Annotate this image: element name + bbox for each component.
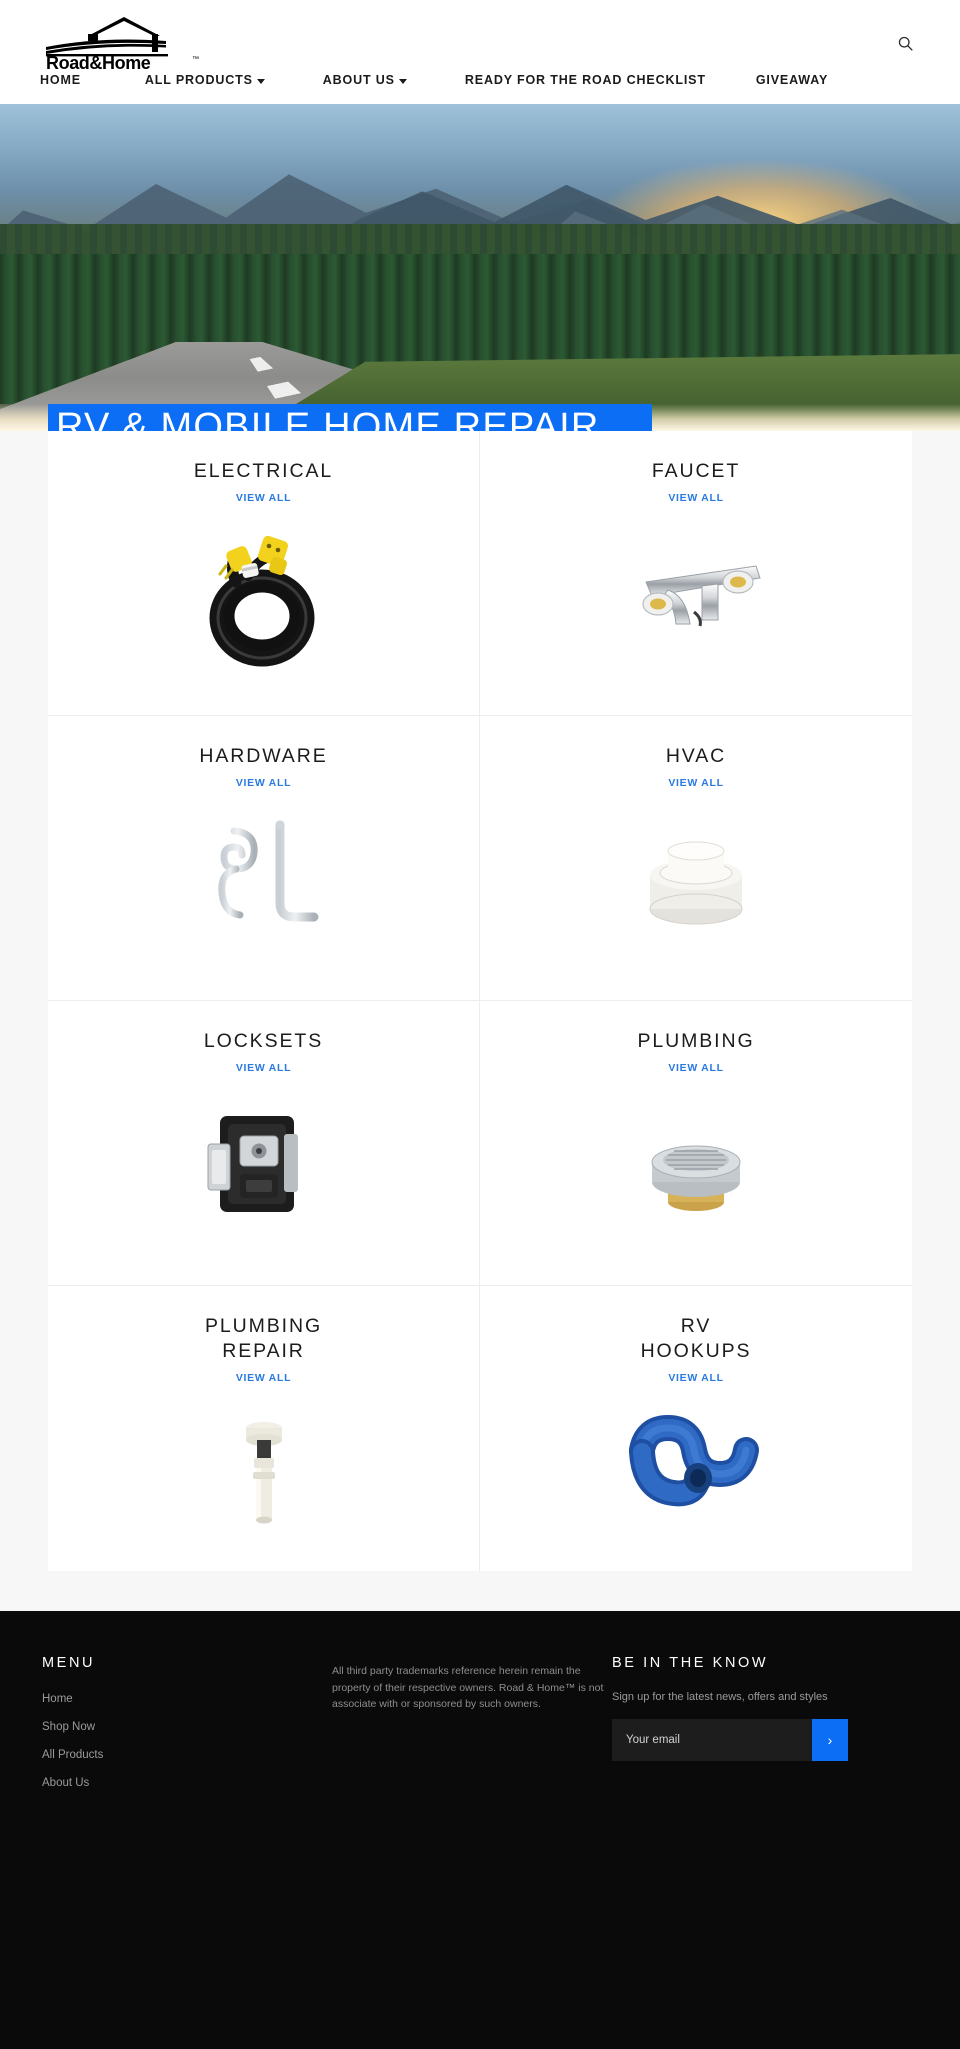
svg-text:™: ™ bbox=[192, 56, 199, 63]
footer-link-about-us[interactable]: About Us bbox=[42, 1773, 332, 1793]
email-field[interactable] bbox=[612, 1719, 812, 1761]
chevron-down-icon bbox=[398, 78, 407, 84]
category-card-faucet[interactable]: FAUCET VIEW ALL bbox=[480, 431, 912, 716]
category-view-all-link[interactable]: VIEW ALL bbox=[236, 1062, 291, 1074]
sewer-hose-image bbox=[606, 1400, 786, 1550]
search-icon bbox=[898, 36, 913, 51]
trademark-disclaimer: All third party trademarks reference her… bbox=[332, 1665, 604, 1710]
footer-link-all-products[interactable]: All Products bbox=[42, 1745, 332, 1765]
site-logo[interactable]: Road&Home ™ bbox=[42, 14, 212, 70]
hero-banner: RV & MOBILE HOME REPAIR PARTS ‹ › bbox=[0, 104, 960, 431]
category-view-all-link[interactable]: VIEW ALL bbox=[236, 492, 291, 504]
footer-newsletter-column: BE IN THE KNOW Sign up for the latest ne… bbox=[612, 1655, 918, 2049]
category-card-electrical[interactable]: ELECTRICAL VIEW ALL bbox=[48, 431, 480, 716]
nav-item-ready-for-the-road-checklist[interactable]: READY FOR THE ROAD CHECKLIST bbox=[465, 73, 706, 87]
power-cord-image bbox=[174, 520, 354, 670]
footer-link-home[interactable]: Home bbox=[42, 1689, 332, 1709]
category-view-all-link[interactable]: VIEW ALL bbox=[668, 1372, 723, 1384]
category-card-plumbing-repair[interactable]: PLUMBING REPAIR VIEW ALL bbox=[48, 1286, 480, 1571]
footer-menu-heading: MENU bbox=[42, 1655, 96, 1671]
category-view-all-link[interactable]: VIEW ALL bbox=[236, 1372, 291, 1384]
hitch-pin-image bbox=[174, 805, 354, 955]
hero-title-text: RV & MOBILE HOME REPAIR PARTS bbox=[52, 404, 604, 431]
chevron-down-icon bbox=[256, 78, 265, 84]
newsletter-submit-button[interactable]: › bbox=[812, 1719, 848, 1761]
category-title: PLUMBING REPAIR bbox=[204, 1315, 323, 1362]
nav-item-label: HOME bbox=[40, 73, 81, 87]
nav-item-label: ABOUT US bbox=[322, 73, 395, 87]
category-title: RV HOOKUPS bbox=[640, 1315, 752, 1362]
drain-tailpiece-image bbox=[174, 1400, 354, 1550]
nav-item-label: ALL PRODUCTS bbox=[144, 73, 253, 87]
faucet-image bbox=[606, 520, 786, 670]
newsletter-subtitle: Sign up for the latest news, offers and … bbox=[612, 1691, 828, 1703]
shower-drain-image bbox=[606, 1090, 786, 1240]
footer-legal-column: All third party trademarks reference her… bbox=[332, 1655, 612, 2049]
category-grid: ELECTRICAL VIEW ALL FAUCET VIEW ALL HARD… bbox=[48, 431, 912, 1571]
search-button[interactable] bbox=[890, 28, 920, 58]
footer-menu-column: MENU Home Shop Now All Products About Us bbox=[42, 1655, 332, 2049]
category-section: ELECTRICAL VIEW ALL FAUCET VIEW ALL HARD… bbox=[0, 431, 960, 1611]
category-card-plumbing[interactable]: PLUMBING VIEW ALL bbox=[480, 1001, 912, 1286]
category-card-locksets[interactable]: LOCKSETS VIEW ALL bbox=[48, 1001, 480, 1286]
category-view-all-link[interactable]: VIEW ALL bbox=[668, 1062, 723, 1074]
category-title: HARDWARE bbox=[199, 745, 328, 767]
road-and-home-logo-icon: Road&Home ™ bbox=[46, 17, 199, 70]
nav-item-home[interactable]: HOME bbox=[40, 73, 81, 87]
category-card-hardware[interactable]: HARDWARE VIEW ALL bbox=[48, 716, 480, 1001]
site-footer: MENU Home Shop Now All Products About Us… bbox=[0, 1611, 960, 2049]
site-header: Road&Home ™ HOME ALL PRODUCTS ABOUT US R… bbox=[0, 0, 960, 104]
hero-title: RV & MOBILE HOME REPAIR PARTS bbox=[48, 404, 652, 431]
category-card-hvac[interactable]: HVAC VIEW ALL bbox=[480, 716, 912, 1001]
category-title: LOCKSETS bbox=[203, 1030, 324, 1052]
category-title: FAUCET bbox=[651, 460, 741, 482]
category-title: PLUMBING bbox=[637, 1030, 755, 1052]
nav-item-about-us[interactable]: ABOUT US bbox=[323, 73, 407, 87]
svg-text:Road&Home: Road&Home bbox=[46, 53, 151, 70]
door-lock-image bbox=[174, 1090, 354, 1240]
footer-link-shop-now[interactable]: Shop Now bbox=[42, 1717, 332, 1737]
category-view-all-link[interactable]: VIEW ALL bbox=[668, 492, 723, 504]
main-navigation: HOME ALL PRODUCTS ABOUT US READY FOR THE… bbox=[0, 73, 960, 104]
category-view-all-link[interactable]: VIEW ALL bbox=[236, 777, 291, 789]
nav-item-giveaway[interactable]: GIVEAWAY bbox=[756, 73, 828, 87]
nav-item-label: READY FOR THE ROAD CHECKLIST bbox=[464, 73, 706, 87]
nav-item-all-products[interactable]: ALL PRODUCTS bbox=[145, 73, 265, 87]
category-card-rv-hookups[interactable]: RV HOOKUPS VIEW ALL bbox=[480, 1286, 912, 1571]
category-title: ELECTRICAL bbox=[193, 460, 334, 482]
nav-item-label: GIVEAWAY bbox=[755, 73, 829, 87]
category-view-all-link[interactable]: VIEW ALL bbox=[668, 777, 723, 789]
newsletter-form: › bbox=[612, 1719, 848, 1761]
category-title: HVAC bbox=[665, 745, 727, 767]
vent-cap-image bbox=[606, 805, 786, 955]
newsletter-heading: BE IN THE KNOW bbox=[612, 1655, 769, 1671]
